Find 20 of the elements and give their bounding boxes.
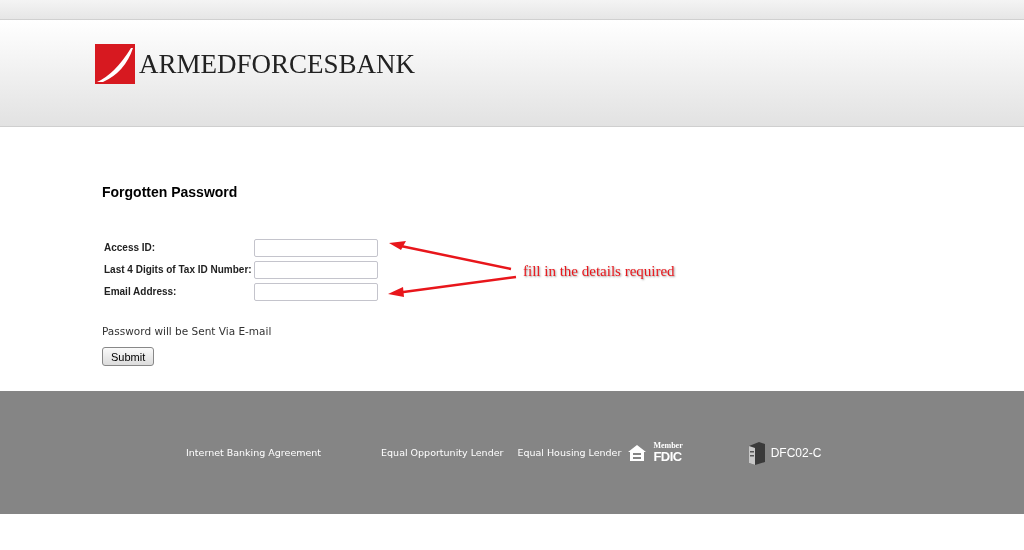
logo-icon	[95, 44, 135, 84]
input-field[interactable]	[254, 238, 378, 257]
page-title: Forgotten Password	[102, 184, 239, 200]
footer-link[interactable]: Equal Housing Lender	[517, 447, 622, 458]
server-code: DFC02-C	[770, 445, 822, 460]
field-label: Last 4 Digits of Tax ID Number:	[104, 264, 253, 275]
footer-link[interactable]: Equal Opportunity Lender	[381, 447, 504, 458]
note-text: Password will be Sent Via E-mail	[102, 325, 273, 337]
input-field[interactable]	[254, 260, 378, 279]
fdic-text: FDIC	[653, 450, 683, 463]
server-icon	[746, 440, 767, 465]
fdic-member-text: Member	[653, 442, 683, 450]
house-icon	[627, 443, 648, 462]
field-label: Access ID:	[104, 242, 157, 253]
submit-button[interactable]: Submit	[102, 347, 155, 366]
footer-link[interactable]: Internet Banking Agreement	[186, 447, 322, 458]
field-label: Email Address:	[104, 286, 178, 297]
bank-name: ARMEDFORCESBANK	[139, 48, 416, 80]
annotation-text: fill in the details required	[523, 263, 675, 280]
input-field[interactable]	[254, 282, 378, 301]
